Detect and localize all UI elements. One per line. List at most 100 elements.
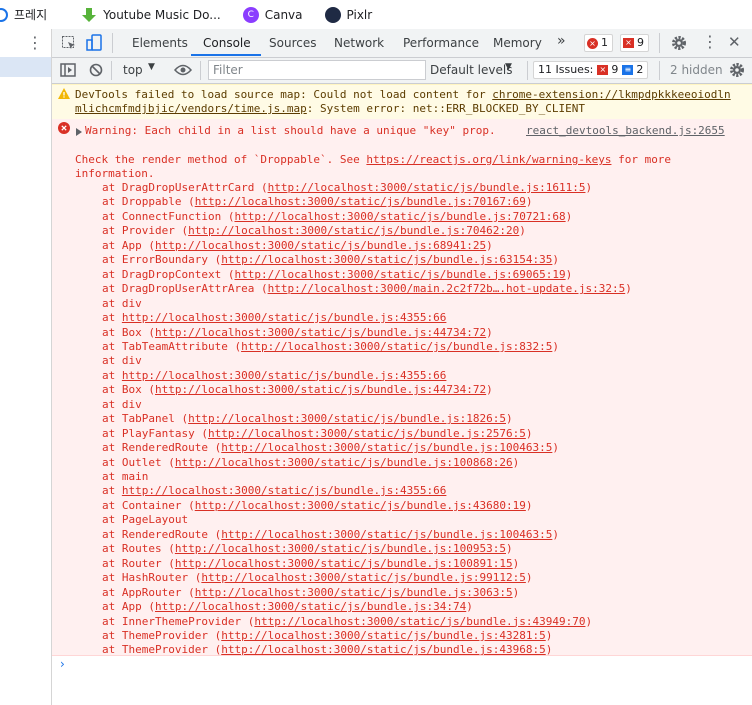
frame-name: at	[102, 368, 122, 382]
tab-console[interactable]: Console	[203, 36, 251, 50]
frame-link[interactable]: http://localhost:3000/static/js/bundle.j…	[122, 369, 447, 382]
devtools-tab-bar: Elements Console Sources Network Perform…	[52, 29, 752, 58]
divider	[112, 33, 113, 53]
paren: )	[585, 181, 593, 194]
context-selector[interactable]: top	[123, 63, 143, 77]
frame-link[interactable]: http://localhost:3000/static/js/bundle.j…	[155, 600, 466, 613]
frame-link[interactable]: http://localhost:3000/static/js/bundle.j…	[221, 441, 552, 454]
page-side-panel: ⋮	[0, 29, 52, 705]
frame-link[interactable]: http://localhost:3000/static/js/bundle.j…	[122, 484, 447, 497]
frame-name: at PlayFantasy	[102, 426, 202, 440]
frame-link[interactable]: http://localhost:3000/main.2c2f72b….hot-…	[268, 282, 626, 295]
warning-keys-link[interactable]: https://reactjs.org/link/warning-keys	[366, 153, 611, 166]
clear-console-icon[interactable]	[89, 63, 103, 80]
frame-link[interactable]: http://localhost:3000/static/js/bundle.j…	[155, 383, 486, 396]
more-vert-icon[interactable]: ⋮	[27, 33, 43, 52]
bookmark-youtube-music[interactable]: Youtube Music Do...	[81, 7, 221, 23]
frame-link[interactable]: http://localhost:3000/static/js/bundle.j…	[188, 224, 519, 237]
stack-frame: at App (http://localhost:3000/static/js/…	[102, 600, 473, 613]
warning-count: 9	[637, 36, 644, 49]
frame-link[interactable]: http://localhost:3000/static/js/bundle.j…	[175, 557, 513, 570]
paren: )	[506, 412, 513, 426]
error-source-link[interactable]: react_devtools_backend.js:2655	[526, 124, 725, 137]
paren: )	[565, 209, 573, 223]
console-prompt[interactable]: ›	[60, 657, 65, 671]
frame-link[interactable]: http://localhost:3000/static/js/bundle.j…	[175, 456, 513, 469]
frame-link[interactable]: http://localhost:3000/static/js/bundle.j…	[254, 615, 585, 628]
frame-link[interactable]: http://localhost:3000/static/js/bundle.j…	[201, 571, 526, 584]
paren: (	[188, 498, 195, 512]
tab-memory[interactable]: Memory	[493, 36, 542, 50]
frame-link[interactable]: http://localhost:3000/static/js/bundle.j…	[268, 181, 586, 194]
warning-link-cont[interactable]: mlichcmfmdjbjic/vendors/time.js.map	[75, 102, 307, 115]
frame-link[interactable]: http://localhost:3000/static/js/bundle.j…	[175, 542, 506, 555]
frame-link[interactable]: http://localhost:3000/static/js/bundle.j…	[195, 499, 526, 512]
error-header: Warning: Each child in a list should hav…	[85, 124, 496, 137]
frame-link[interactable]: http://localhost:3000/static/js/bundle.j…	[155, 239, 486, 252]
device-toolbar-icon[interactable]	[86, 34, 102, 55]
frame-name: at ErrorBoundary	[102, 253, 215, 267]
frame-link[interactable]: http://localhost:3000/static/js/bundle.j…	[155, 326, 486, 339]
frame-link[interactable]: http://localhost:3000/static/js/bundle.j…	[234, 210, 565, 223]
bookmark-prezi[interactable]: 프레지	[0, 6, 47, 23]
frame-name: at App	[102, 600, 149, 614]
stack-frame: at Container (http://localhost:3000/stat…	[102, 499, 532, 512]
issues-button[interactable]: 11 Issues: × 9 ≡ 2	[533, 61, 649, 79]
warning-count-badge[interactable]: × 9	[620, 34, 649, 52]
bookmark-label: Youtube Music Do...	[103, 7, 221, 22]
frame-link[interactable]: http://localhost:3000/static/js/bundle.j…	[241, 340, 552, 353]
download-arrow-icon	[81, 7, 97, 23]
check-line-2: information.	[75, 167, 155, 180]
eye-icon[interactable]	[173, 64, 193, 79]
more-vert-icon[interactable]: ⋮	[702, 32, 718, 51]
frame-name: at Provider	[102, 224, 182, 238]
frame-link[interactable]: http://localhost:3000/static/js/bundle.j…	[208, 427, 526, 440]
frame-link[interactable]: http://localhost:3000/static/js/bundle.j…	[195, 195, 526, 208]
frame-link[interactable]: http://localhost:3000/static/js/bundle.j…	[234, 268, 565, 281]
stack-frame: at http://localhost:3000/static/js/bundl…	[102, 311, 446, 324]
error-count-badge[interactable]: × 1	[584, 34, 613, 52]
bookmark-canva[interactable]: C Canva	[242, 6, 303, 23]
frame-name: at DragDropUserAttrCard	[102, 181, 261, 194]
stack-frame: at http://localhost:3000/static/js/bundl…	[102, 369, 446, 382]
error-circle-icon	[58, 122, 70, 137]
paren: )	[552, 253, 559, 267]
warning-text: : System error: net::ERR_BLOCKED_BY_CLIE…	[306, 102, 585, 115]
sidebar-toggle-icon[interactable]	[60, 63, 76, 80]
bookmark-label: Pixlr	[346, 7, 373, 22]
frame-link[interactable]: http://localhost:3000/static/js/bundle.j…	[195, 586, 513, 599]
paren: (	[188, 585, 195, 599]
tab-network[interactable]: Network	[334, 36, 384, 50]
frame-link[interactable]: http://localhost:3000/static/js/bundle.j…	[122, 311, 447, 324]
tab-sources[interactable]: Sources	[269, 36, 316, 50]
issues-info-count: 2	[636, 63, 644, 76]
more-tabs-button[interactable]: »	[557, 33, 566, 49]
warning-line-2: mlichcmfmdjbjic/vendors/time.js.map: Sys…	[75, 102, 585, 115]
frame-link[interactable]: http://localhost:3000/static/js/bundle.j…	[221, 629, 546, 642]
filter-input[interactable]: Filter	[208, 60, 426, 80]
bookmark-pixlr[interactable]: Pixlr	[324, 6, 373, 23]
close-icon[interactable]: ✕	[728, 33, 741, 51]
frame-link[interactable]: http://localhost:3000/static/js/bundle.j…	[221, 643, 546, 656]
stack-frame: at DragDropContext (http://localhost:300…	[102, 268, 572, 281]
inspect-element-icon[interactable]	[61, 35, 77, 54]
frame-link[interactable]: http://localhost:3000/static/js/bundle.j…	[221, 253, 552, 266]
log-levels-dropdown[interactable]: Default levels	[430, 63, 512, 77]
paren: )	[625, 282, 632, 296]
warning-link[interactable]: chrome-extension://lkmpdpkkkeeoiodln	[492, 88, 730, 101]
frame-link[interactable]: http://localhost:3000/static/js/bundle.j…	[188, 412, 506, 425]
frame-name: at TabPanel	[102, 412, 182, 426]
paren: (	[148, 325, 155, 339]
settings-gear-icon[interactable]	[670, 34, 688, 55]
settings-gear-icon[interactable]	[728, 61, 746, 82]
frame-name: at PageLayout	[102, 513, 189, 527]
frame-name: at App	[102, 238, 149, 252]
tab-elements[interactable]: Elements	[132, 36, 188, 50]
expand-triangle-icon[interactable]	[76, 125, 82, 139]
frame-link[interactable]: http://localhost:3000/static/js/bundle.j…	[221, 528, 552, 541]
divider	[659, 61, 660, 80]
stack-frame: at PlayFantasy (http://localhost:3000/st…	[102, 427, 532, 440]
stack-frame: at Droppable (http://localhost:3000/stat…	[102, 195, 532, 208]
tab-performance[interactable]: Performance	[403, 36, 479, 50]
console-toolbar: top ▼ Filter Default levels ▼ 11 Issues:…	[52, 58, 752, 84]
